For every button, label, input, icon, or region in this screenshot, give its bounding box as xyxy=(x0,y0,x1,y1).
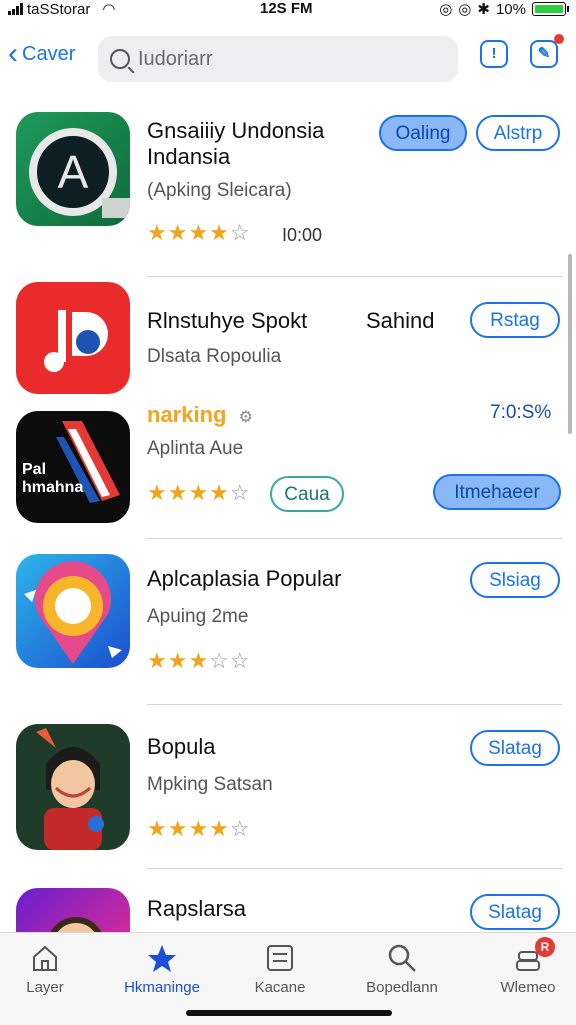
rating-stars: ★★★★☆ xyxy=(147,480,251,505)
compose-icon: ✎ xyxy=(537,45,551,62)
app-highlight: narking xyxy=(147,402,227,427)
divider xyxy=(147,276,562,277)
tab-layer[interactable]: Layer xyxy=(0,943,95,996)
music-note-icon xyxy=(44,310,108,372)
tab-updates[interactable]: R Wlemeo xyxy=(478,937,576,996)
tab-label: Bopedlann xyxy=(366,979,438,996)
app-title: Rapslarsa xyxy=(147,896,247,921)
home-icon xyxy=(30,943,60,973)
tab-search[interactable]: Bopedlann xyxy=(352,943,452,996)
avatar-character-icon xyxy=(36,728,104,850)
wifi-icon: ◠ xyxy=(102,1,116,18)
info-button[interactable]: ! xyxy=(480,40,508,68)
app-subtitle: (Apking Sleicara) xyxy=(147,180,292,201)
map-pin-icon xyxy=(24,561,122,664)
tab-label: Layer xyxy=(26,979,64,996)
back-button[interactable]: ‹ Caver xyxy=(8,37,76,70)
divider xyxy=(147,868,562,869)
lock-rotation-icon: ◎ xyxy=(439,1,453,18)
bluetooth-icon: ✱ xyxy=(477,1,490,18)
app-action-button[interactable]: Slatag xyxy=(470,894,560,930)
app-title: Rlnstuhye Spokt xyxy=(147,308,308,333)
carrier-name: taSStorar xyxy=(27,0,91,18)
tab-label: Hkmaninge xyxy=(124,979,200,996)
divider xyxy=(147,704,562,705)
app-icon xyxy=(16,282,130,394)
home-indicator xyxy=(186,1010,392,1016)
app-meta: I0:00 xyxy=(282,225,323,245)
app-title-secondary: Sahind xyxy=(366,308,435,333)
app-title: Gnsaiiiy Undonsia Indansia xyxy=(147,118,325,169)
app-icon xyxy=(16,724,130,850)
svg-text:A: A xyxy=(58,146,89,198)
app-subtitle: Mpking Satsan xyxy=(147,774,273,795)
carrier: taSStorar ◠ xyxy=(8,0,115,18)
scrollbar[interactable] xyxy=(568,254,572,434)
app-highlight-wrap: narking ⚙ xyxy=(147,402,253,428)
app-action-button[interactable]: Rstag xyxy=(470,302,560,338)
info-icon: ! xyxy=(491,45,497,62)
gear-icon: ⚙ xyxy=(238,409,253,426)
rating-stars: ★★★★☆ xyxy=(147,816,251,841)
app-action-button[interactable]: Alstrp xyxy=(476,115,560,151)
app-icon: A xyxy=(16,112,130,226)
status-right: ◎ ◎ ✱ 10% xyxy=(439,0,569,18)
notification-badge: R xyxy=(535,937,555,957)
rating-stars: ★★★☆☆ xyxy=(147,648,251,673)
tab-documents[interactable]: Kacane xyxy=(230,943,330,996)
search-input[interactable]: Iudoriarr xyxy=(98,36,458,82)
rating-stars: ★★★★☆ xyxy=(147,220,251,245)
app-a-icon: A xyxy=(29,128,130,218)
search-icon xyxy=(110,49,130,69)
search-icon xyxy=(387,943,417,973)
tab-label: Wlemeo xyxy=(500,979,556,996)
app-icon: Pal hmahna xyxy=(16,411,130,523)
alarm-icon: ◎ xyxy=(458,1,472,18)
app-title: Bopula xyxy=(147,734,216,759)
notification-dot xyxy=(554,34,564,44)
app-title: Aplcaplasia Popular xyxy=(147,566,342,591)
app-action-button[interactable]: Caua xyxy=(270,476,344,512)
app-subtitle: Aplinta Aue xyxy=(147,438,244,459)
app-icon xyxy=(16,888,130,934)
star-icon xyxy=(147,943,177,973)
app-subtitle: Dlsata Ropoulia xyxy=(147,346,282,367)
search-placeholder: Iudoriarr xyxy=(138,47,213,70)
battery-percent: 10% xyxy=(495,0,526,18)
back-label: Caver xyxy=(22,42,76,65)
signal-icon xyxy=(8,3,23,15)
app-action-button[interactable]: Slsiag xyxy=(470,562,560,598)
app-action-button-primary[interactable]: Oaling xyxy=(379,115,467,151)
avatar-character-icon xyxy=(49,917,103,934)
stack-icon: R xyxy=(513,937,555,973)
app-action-button[interactable]: Slatag xyxy=(470,730,560,766)
nav-bar: ‹ Caver Iudoriarr ! ✎ xyxy=(0,30,576,90)
document-icon xyxy=(265,943,295,973)
tab-label: Kacane xyxy=(254,979,306,996)
divider xyxy=(147,538,562,539)
clock: 12S FM xyxy=(260,0,313,17)
chevron-left-icon: ‹ xyxy=(8,37,18,70)
status-bar: taSStorar ◠ 12S FM ◎ ◎ ✱ 10% xyxy=(0,0,576,22)
compose-button[interactable]: ✎ xyxy=(530,34,564,68)
app-icon-label: Pal hmahna xyxy=(22,461,84,496)
battery-icon xyxy=(532,2,569,16)
app-subtitle: Apuing 2me xyxy=(147,606,249,627)
tab-featured[interactable]: Hkmaninge xyxy=(112,943,212,996)
app-icon xyxy=(16,554,130,668)
app-meta: 7:0:S% xyxy=(490,402,552,423)
app-action-button-primary[interactable]: Itmehaeer xyxy=(433,474,561,510)
